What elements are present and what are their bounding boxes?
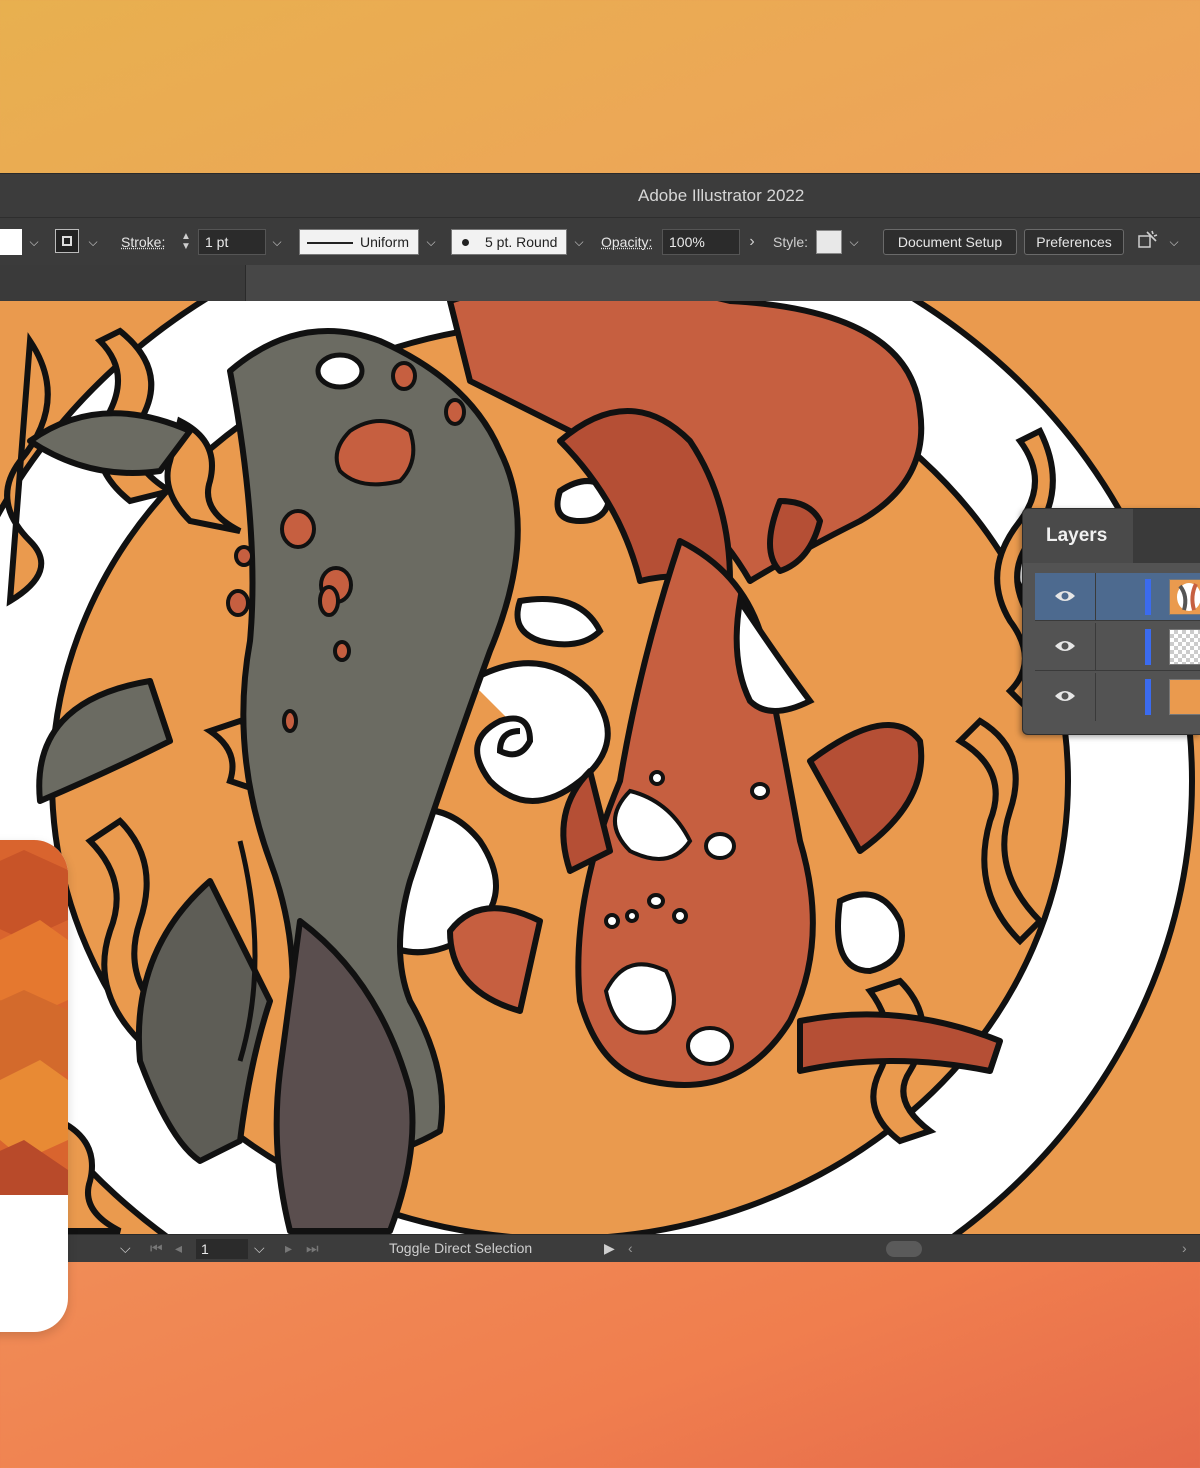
layer-color-bar — [1145, 679, 1151, 715]
layer-color-bar — [1145, 579, 1151, 615]
arrow-right-icon[interactable]: › — [742, 229, 762, 255]
layers-title: Layers — [1046, 525, 1108, 546]
magic-wand-icon[interactable] — [1136, 228, 1160, 254]
artboard-canvas[interactable] — [0, 301, 1200, 1234]
chevron-left-icon[interactable]: ‹ — [628, 1240, 633, 1256]
artboard-number-field[interactable]: 1 — [196, 1239, 248, 1259]
horizontal-scrollbar-thumb[interactable] — [886, 1241, 922, 1257]
row-separator — [1095, 623, 1096, 671]
eye-icon[interactable] — [1053, 686, 1077, 706]
chevron-down-icon[interactable]: ⌵ — [569, 229, 589, 255]
chevron-down-icon[interactable]: ⌵ — [421, 229, 441, 255]
layer-row[interactable] — [1035, 673, 1200, 721]
prev-page-icon[interactable]: ◂ — [175, 1240, 182, 1257]
chevron-down-icon[interactable]: ⌵ — [24, 229, 44, 255]
stroke-line-preview — [307, 242, 353, 244]
stroke-weight-field[interactable]: 1 pt — [198, 229, 266, 255]
koi-artwork — [0, 301, 1200, 1234]
layer-thumbnail — [1169, 679, 1200, 715]
stroke-box-icon[interactable] — [55, 229, 79, 253]
play-icon[interactable]: ▶ — [604, 1240, 615, 1257]
hexagon-pattern — [0, 840, 68, 1195]
chevron-down-icon[interactable]: ⌵ — [83, 229, 103, 255]
document-setup-button[interactable]: Document Setup — [883, 229, 1017, 255]
control-bar: ⌵ ⌵ Stroke: ▲ ▼ 1 pt ⌵ Uniform ⌵ 5 pt. Ro… — [0, 217, 1200, 267]
layer-color-bar — [1145, 629, 1151, 665]
chevron-down-icon[interactable]: ⌵ — [254, 1240, 265, 1257]
layer-row[interactable] — [1035, 623, 1200, 671]
eye-icon[interactable] — [1053, 586, 1077, 606]
layer-thumbnail — [1169, 629, 1200, 665]
title-bar: Adobe Illustrator 2022 — [0, 173, 1200, 218]
layer-thumbnail — [1169, 579, 1200, 615]
chevron-down-icon[interactable]: ⌵ — [267, 229, 287, 255]
illustrator-window: Adobe Illustrator 2022 ⌵ ⌵ Stroke: ▲ ▼ 1 … — [0, 173, 1200, 1262]
next-page-icon[interactable]: ▸ — [285, 1240, 292, 1257]
document-tab-strip — [0, 265, 1200, 301]
layer-row[interactable] — [1035, 573, 1200, 621]
last-page-icon[interactable]: ⏭ — [306, 1240, 319, 1257]
opacity-label[interactable]: Opacity: — [601, 234, 652, 250]
profile-label: Uniform — [360, 234, 410, 250]
preferences-button[interactable]: Preferences — [1024, 229, 1124, 255]
window-title: Adobe Illustrator 2022 — [638, 186, 805, 205]
layers-panel: Layers — [1022, 508, 1200, 735]
document-tab[interactable] — [0, 265, 246, 301]
chevron-down-icon[interactable]: ⌵ — [1164, 229, 1184, 255]
variable-width-profile[interactable]: Uniform — [299, 229, 419, 255]
layers-panel-header: Layers — [1023, 509, 1200, 563]
brush-dot-icon — [462, 239, 469, 246]
stroke-label[interactable]: Stroke: — [121, 234, 165, 250]
fill-swatch[interactable] — [0, 229, 22, 255]
chevron-down-icon[interactable]: ⌵ — [844, 229, 864, 255]
chevron-down-icon[interactable]: ⌵ — [120, 1240, 131, 1257]
brush-label: 5 pt. Round — [485, 234, 558, 250]
first-page-icon[interactable]: ⏮ — [150, 1240, 163, 1257]
eye-icon[interactable] — [1053, 636, 1077, 656]
phone-mockup — [0, 840, 68, 1332]
style-swatch[interactable] — [816, 230, 842, 254]
row-separator — [1095, 573, 1096, 621]
style-label: Style: — [773, 234, 809, 250]
opacity-field[interactable]: 100% — [662, 229, 740, 255]
tab-layers[interactable]: Layers — [1023, 509, 1133, 563]
status-text: Toggle Direct Selection — [389, 1240, 533, 1256]
chevron-right-icon[interactable]: › — [1182, 1240, 1187, 1256]
row-separator — [1095, 673, 1096, 721]
stepper-icon[interactable]: ▲ ▼ — [176, 229, 196, 255]
status-bar: ⌵ ⏮ ◂ 1 ⌵ ▸ ⏭ Toggle Direct Selection ▶ … — [0, 1234, 1200, 1262]
brush-definition[interactable]: 5 pt. Round — [451, 229, 567, 255]
